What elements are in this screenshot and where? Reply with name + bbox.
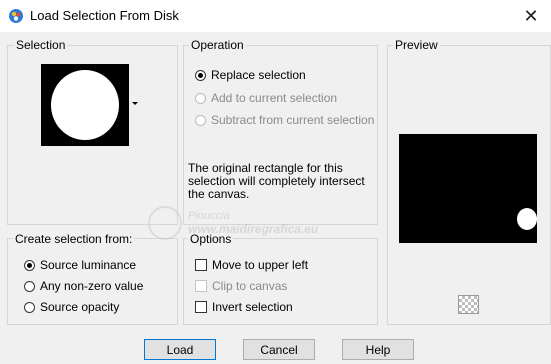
source-luminance-radio[interactable]: Source luminance xyxy=(24,258,136,272)
close-icon: ✕ xyxy=(523,5,539,26)
title-bar: Load Selection From Disk ✕ xyxy=(0,0,551,32)
chevron-down-icon[interactable] xyxy=(132,102,138,105)
radio-label: Any non-zero value xyxy=(40,279,144,293)
radio-indicator xyxy=(195,92,206,104)
options-label: Options xyxy=(188,232,234,246)
preview-image xyxy=(399,134,537,243)
cancel-button[interactable]: Cancel xyxy=(243,339,315,360)
radio-label: Source opacity xyxy=(40,300,120,314)
paint-shop-pro-icon xyxy=(9,9,23,23)
selection-label: Selection xyxy=(14,38,68,52)
add-selection-radio[interactable]: Add to current selection xyxy=(195,91,337,105)
checkbox-label: Clip to canvas xyxy=(212,279,288,293)
invert-selection-checkbox[interactable]: Invert selection xyxy=(195,300,293,314)
preview-shape xyxy=(517,208,537,230)
subtract-selection-radio[interactable]: Subtract from current selection xyxy=(195,113,374,127)
checkbox-label: Invert selection xyxy=(212,300,293,314)
radio-label: Source luminance xyxy=(40,258,137,272)
radio-label: Subtract from current selection xyxy=(211,113,375,127)
checkerboard-icon[interactable] xyxy=(458,295,479,314)
window-title: Load Selection From Disk xyxy=(30,8,179,23)
operation-info-text: The original rectangle for this selectio… xyxy=(188,161,365,201)
clip-to-canvas-checkbox[interactable]: Clip to canvas xyxy=(195,279,287,293)
radio-label: Replace selection xyxy=(211,68,306,82)
selection-thumbnail[interactable] xyxy=(41,64,129,146)
move-upper-left-checkbox[interactable]: Move to upper left xyxy=(195,258,308,272)
selection-shape xyxy=(51,70,119,140)
close-button[interactable]: ✕ xyxy=(511,0,551,32)
operation-label: Operation xyxy=(189,38,246,52)
checkbox-label: Move to upper left xyxy=(212,258,309,272)
replace-selection-radio[interactable]: Replace selection xyxy=(195,68,306,82)
radio-indicator xyxy=(24,280,35,292)
any-non-zero-radio[interactable]: Any non-zero value xyxy=(24,279,143,293)
radio-indicator xyxy=(195,69,206,81)
load-button[interactable]: Load xyxy=(144,339,216,360)
radio-indicator xyxy=(195,114,206,126)
source-opacity-radio[interactable]: Source opacity xyxy=(24,300,119,314)
radio-indicator xyxy=(24,301,35,313)
checkbox-indicator xyxy=(195,280,207,292)
checkbox-indicator xyxy=(195,259,207,271)
create-from-label: Create selection from: xyxy=(13,232,135,246)
help-button[interactable]: Help xyxy=(342,339,414,360)
preview-label: Preview xyxy=(393,38,440,52)
radio-label: Add to current selection xyxy=(211,91,338,105)
radio-indicator xyxy=(24,259,35,271)
checkbox-indicator xyxy=(195,301,207,313)
